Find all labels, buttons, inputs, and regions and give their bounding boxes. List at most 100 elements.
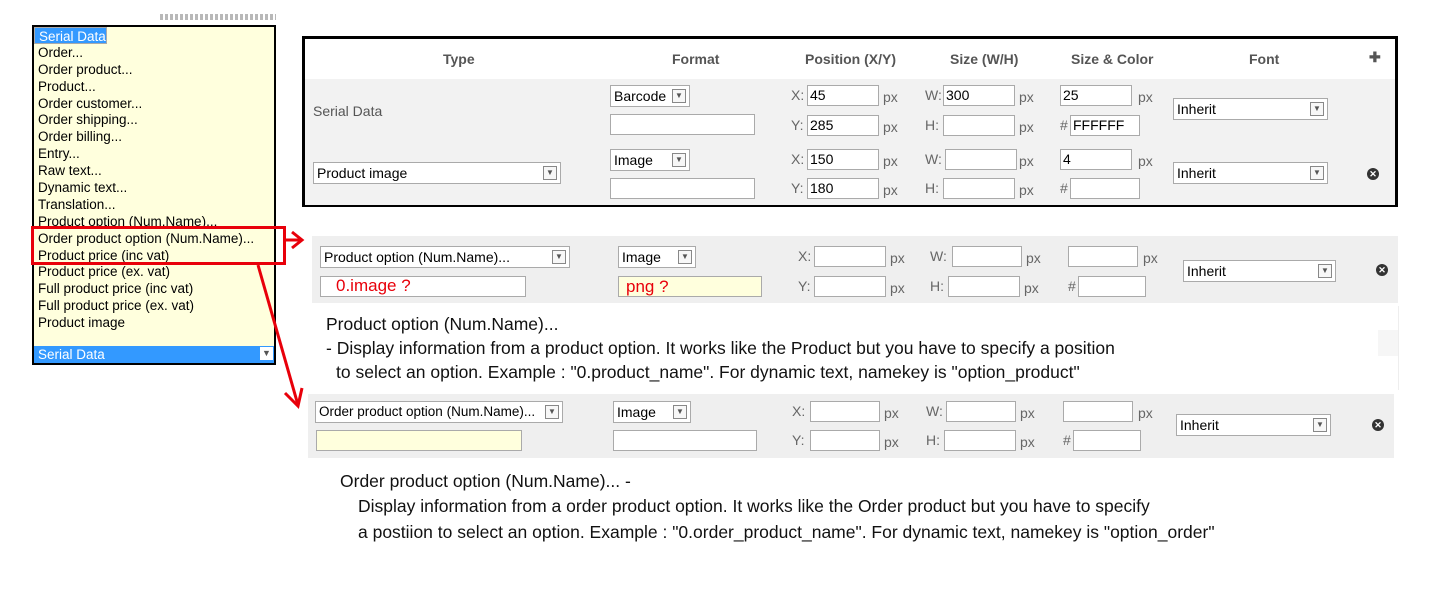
chevron-down-icon: ▼ xyxy=(673,405,687,419)
namekey-annotation: 0.image ? xyxy=(336,276,411,295)
h-input[interactable] xyxy=(943,115,1015,136)
size-input[interactable] xyxy=(1068,246,1138,267)
w-label: W: xyxy=(926,403,943,419)
chevron-down-icon: ▼ xyxy=(1318,264,1332,278)
format-annotation: png ? xyxy=(626,277,669,296)
type-select-value: Product image xyxy=(317,165,408,181)
h-label: H: xyxy=(930,278,944,294)
order-product-option-description: Order product option (Num.Name)... - Dis… xyxy=(330,466,1390,556)
row-type-label: Serial Data xyxy=(313,103,383,119)
type-select[interactable]: Product option (Num.Name)... ▼ xyxy=(320,246,570,268)
px-label: px xyxy=(1024,280,1039,296)
font-select-value: Inherit xyxy=(1187,263,1226,279)
format-select[interactable]: Image ▼ xyxy=(618,246,696,268)
x-input[interactable] xyxy=(814,246,886,267)
px-label: px xyxy=(884,434,899,450)
px-label: px xyxy=(884,405,899,421)
format-select[interactable]: Image ▼ xyxy=(610,149,690,171)
color-input[interactable] xyxy=(1073,430,1141,451)
px-label: px xyxy=(1138,89,1153,105)
px-label: px xyxy=(890,250,905,266)
hash-label: # xyxy=(1060,117,1068,133)
namekey-input[interactable] xyxy=(316,430,522,451)
chevron-down-icon: ▼ xyxy=(552,250,566,264)
format-extra-input[interactable] xyxy=(610,114,755,135)
x-label: X: xyxy=(791,151,805,167)
font-select-value: Inherit xyxy=(1180,417,1219,433)
px-label: px xyxy=(1020,434,1035,450)
px-label: px xyxy=(1143,250,1158,266)
px-label: px xyxy=(1019,89,1034,105)
h-input[interactable] xyxy=(944,430,1016,451)
font-select[interactable]: Inherit ▼ xyxy=(1183,260,1336,282)
y-label: Y: xyxy=(791,180,804,196)
h-label: H: xyxy=(925,117,939,133)
size-input[interactable] xyxy=(1063,401,1133,422)
chevron-down-icon: ▼ xyxy=(672,153,686,167)
size-input[interactable]: 25 xyxy=(1060,85,1132,106)
product-option-row: Product option (Num.Name)... ▼ 0.image ? … xyxy=(312,236,1398,303)
format-select[interactable]: Barcode ▼ xyxy=(610,85,690,107)
format-select[interactable]: Image ▼ xyxy=(613,401,691,423)
type-select[interactable]: Order product option (Num.Name)... ▼ xyxy=(315,401,563,423)
format-select-value: Image xyxy=(617,404,656,420)
down-arrow-icon xyxy=(256,264,304,409)
px-label: px xyxy=(1019,153,1034,169)
h-input[interactable] xyxy=(943,178,1015,199)
hash-label: # xyxy=(1068,278,1076,294)
px-label: px xyxy=(1138,153,1153,169)
type-select[interactable]: Product image ▼ xyxy=(313,162,561,184)
remove-row-icon[interactable]: ✕ xyxy=(1367,168,1379,180)
y-label: Y: xyxy=(791,117,804,133)
header-size-color: Size & Color xyxy=(1071,51,1154,67)
x-input[interactable]: 150 xyxy=(807,149,879,170)
format-select-value: Image xyxy=(622,249,661,265)
header-font: Font xyxy=(1249,51,1280,67)
px-label: px xyxy=(883,119,898,135)
w-input[interactable]: 300 xyxy=(943,85,1015,106)
y-input[interactable]: 285 xyxy=(807,115,879,136)
add-field-plus-icon[interactable]: ✚ xyxy=(1369,45,1381,69)
color-input[interactable] xyxy=(1070,178,1140,199)
format-select-value: Image xyxy=(614,152,653,168)
color-input[interactable]: FFFFFF xyxy=(1070,115,1140,136)
w-input[interactable] xyxy=(952,246,1022,267)
desc-title: Product option (Num.Name)... xyxy=(326,314,559,334)
right-arrow-icon xyxy=(286,230,305,250)
font-select[interactable]: Inherit ▼ xyxy=(1176,414,1331,436)
x-input[interactable]: 45 xyxy=(807,85,879,106)
px-label: px xyxy=(1026,250,1041,266)
desc-line: - Display information from a product opt… xyxy=(326,338,1115,358)
h-input[interactable] xyxy=(948,276,1020,297)
chevron-down-icon: ▼ xyxy=(1313,418,1327,432)
type-select-value: Product option (Num.Name)... xyxy=(324,249,510,265)
fields-table: Type Format Position (X/Y) Size (W/H) Si… xyxy=(302,36,1398,207)
px-label: px xyxy=(883,182,898,198)
x-label: X: xyxy=(798,248,812,264)
font-select[interactable]: Inherit ▼ xyxy=(1173,98,1328,120)
w-input[interactable] xyxy=(945,149,1017,170)
table-row: Product image ▼ Image ▼ X: 150 px Y: 180 p… xyxy=(305,143,1395,205)
color-input[interactable] xyxy=(1078,276,1146,297)
y-label: Y: xyxy=(798,278,811,294)
y-input[interactable] xyxy=(814,276,886,297)
size-input[interactable]: 4 xyxy=(1060,149,1132,170)
y-label: Y: xyxy=(792,432,805,448)
px-label: px xyxy=(1138,405,1153,421)
chevron-down-icon: ▼ xyxy=(543,166,557,180)
x-input[interactable] xyxy=(810,401,880,422)
y-input[interactable] xyxy=(810,430,880,451)
font-select[interactable]: Inherit ▼ xyxy=(1173,162,1328,184)
remove-row-icon[interactable]: ✕ xyxy=(1372,419,1384,431)
px-label: px xyxy=(1020,405,1035,421)
hash-label: # xyxy=(1063,432,1071,448)
h-label: H: xyxy=(925,180,939,196)
remove-row-icon[interactable]: ✕ xyxy=(1376,264,1388,276)
w-input[interactable] xyxy=(946,401,1016,422)
y-input[interactable]: 180 xyxy=(807,178,879,199)
header-position: Position (X/Y) xyxy=(805,51,896,67)
chevron-down-icon: ▼ xyxy=(1310,102,1324,116)
format-extra-input[interactable] xyxy=(613,430,757,451)
header-type: Type xyxy=(443,51,475,67)
format-extra-input[interactable] xyxy=(610,178,755,199)
